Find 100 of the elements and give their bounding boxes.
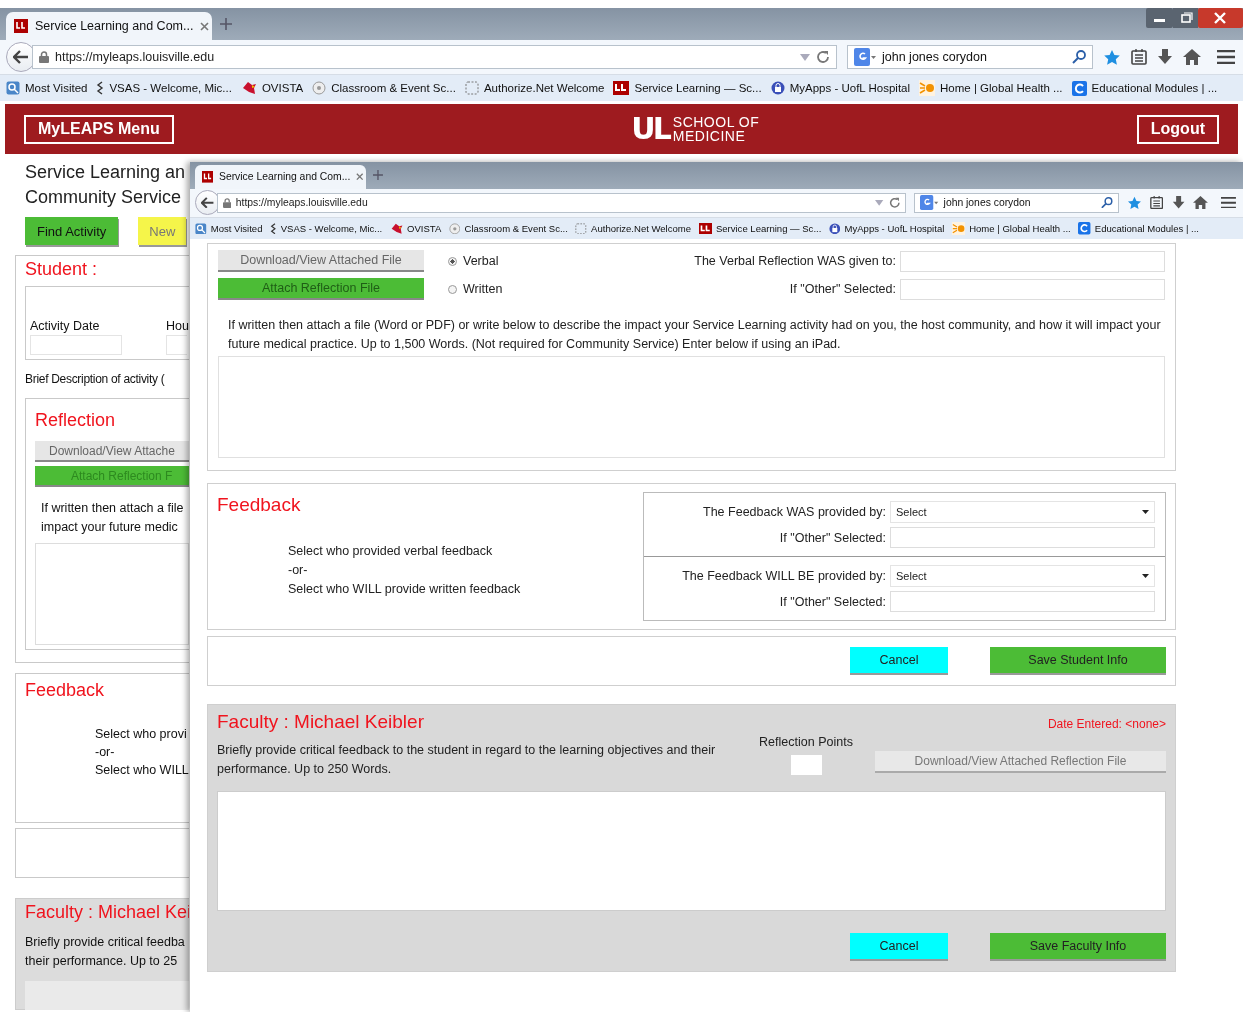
field-label: If "Other" Selected: [779,530,886,545]
points-field[interactable] [790,755,822,776]
menu-icon[interactable] [1217,50,1235,64]
close-icon[interactable] [1198,8,1243,28]
back-arrow-icon [13,50,29,64]
instruction-text: Briefly provide critical feedba [25,934,185,951]
reload-icon[interactable] [816,50,830,64]
restore-icon[interactable] [1173,8,1198,28]
bookmark-link[interactable]: Service Learning — Sc... [613,81,762,95]
bookmark-link[interactable]: Home | Global Health ... [919,80,1063,96]
section-heading: Faculty : Michael Keibler [217,711,424,734]
browser-tab[interactable]: Service Learning and Com... [194,165,366,189]
download-button[interactable]: Download/View Attache [35,441,189,462]
bookmark-link[interactable]: Educational Modules | ... [1071,80,1218,96]
instruction-text: Briefly provide critical feedback to the student in regard to the learning objectives and their performance. Up to 250 Words. [217,742,717,779]
search-icon[interactable] [1101,196,1113,209]
bookmark-link[interactable]: MyApps - UofL Hospital [828,222,945,235]
save-button[interactable]: Save Faculty Info [990,933,1166,962]
browser-tab[interactable]: Service Learning and Com... [6,12,212,40]
select-dropdown[interactable]: Select [890,565,1155,588]
bird-icon [240,81,257,95]
dropdown-icon[interactable] [875,199,884,206]
page-search-icon [194,222,207,235]
bookmark-link[interactable]: Classroom & Event Sc... [448,222,568,235]
section-heading: Student : [25,259,98,280]
logo-icon [698,222,712,235]
cancel-button[interactable]: Cancel [850,933,948,962]
search-engine-icon[interactable] [920,195,939,211]
bookmark-link[interactable]: VSAS - Welcome, Mic... [96,81,232,95]
new-button[interactable]: New [138,217,187,245]
field-label: The Feedback WAS provided by: [703,505,886,520]
instruction-text: their performance. Up to 25 [25,953,178,970]
bookmark-link[interactable]: Most Visited [194,222,263,235]
text-field[interactable] [890,591,1155,613]
close-icon[interactable] [356,173,364,181]
ring-icon [1078,222,1091,235]
search-icon[interactable] [1072,50,1086,64]
address-field[interactable]: https://myleaps.louisville.edu [32,45,837,69]
section-heading: Reflection [35,410,116,431]
close-icon[interactable] [200,21,210,31]
search-field[interactable]: john jones corydon [847,45,1093,69]
field-label: Brief Description of activity ( [25,372,165,386]
date-entered-text: Date Entered: <none> [1047,717,1166,732]
bookmark-link[interactable]: Service Learning — Sc... [698,222,822,235]
find-activity-button[interactable]: Find Activity [25,217,119,245]
star-icon[interactable] [1103,48,1121,66]
home-icon[interactable] [1193,196,1209,210]
dropdown-icon[interactable] [800,53,810,61]
select-dropdown[interactable]: Select [890,501,1155,524]
sun-icon [951,221,966,236]
instruction-text: -or- [288,562,309,580]
address-field[interactable]: https://myleaps.louisville.edu [216,192,907,213]
search-field[interactable]: john jones corydon [914,192,1119,213]
squiggle-icon [269,222,277,235]
instruction-text: -or- [95,744,115,761]
instruction-text: If written then attach a file [41,500,184,517]
bookmark-link[interactable]: Authorize.Net Welcome [575,222,692,235]
reading-list-icon[interactable] [1150,196,1164,210]
menu-button[interactable]: MyLEAPS Menu [24,114,174,144]
field-label: Hou [166,319,189,333]
section-heading: Feedback [217,494,302,517]
bookmark-link[interactable]: OVISTA [240,81,304,95]
date-field[interactable] [30,335,122,355]
bookmark-link[interactable]: VSAS - Welcome, Mic... [269,222,383,235]
lock-icon [222,197,231,208]
menu-icon[interactable] [1221,196,1237,209]
search-engine-icon[interactable] [854,48,876,66]
text-field[interactable] [900,250,1165,272]
bookmark-link[interactable]: OVISTA [389,222,442,235]
logo-text: MEDICINE [672,129,747,143]
bookmark-link[interactable]: Most Visited [6,81,88,95]
field-label: If "Other" Selected: [779,594,886,609]
home-icon[interactable] [1183,49,1201,65]
cancel-button[interactable]: Cancel [850,647,948,676]
radio-option[interactable]: Verbal [448,254,608,269]
minimize-icon[interactable] [1146,8,1173,28]
new-tab-icon[interactable] [372,170,383,181]
caret-icon [1142,510,1149,515]
bookmark-link[interactable]: Classroom & Event Sc... [312,81,456,95]
star-icon[interactable] [1126,195,1142,210]
new-tab-icon[interactable] [220,18,232,30]
text-field[interactable] [900,278,1165,300]
hours-field[interactable] [166,335,187,355]
radio-option[interactable]: Written [448,282,608,297]
text-field[interactable] [890,527,1155,549]
field-label: The Verbal Reflection WAS given to: [694,254,896,269]
logo-icon [613,81,630,95]
download-icon[interactable] [1171,196,1185,210]
reading-list-icon[interactable] [1131,49,1147,65]
back-button[interactable] [194,190,220,216]
logout-button[interactable]: Logout [1136,114,1219,144]
bookmark-link[interactable]: Educational Modules | ... [1078,222,1199,235]
reload-icon[interactable] [888,196,901,209]
download-icon[interactable] [1157,49,1173,65]
bookmark-link[interactable]: Authorize.Net Welcome [464,81,605,95]
section-heading: Faculty : Michael Kei [25,902,189,923]
disc-icon [312,81,327,95]
bookmark-link[interactable]: Home | Global Health ... [951,221,1071,236]
save-button[interactable]: Save Student Info [990,647,1166,676]
bookmark-link[interactable]: MyApps - UofL Hospital [770,81,911,95]
